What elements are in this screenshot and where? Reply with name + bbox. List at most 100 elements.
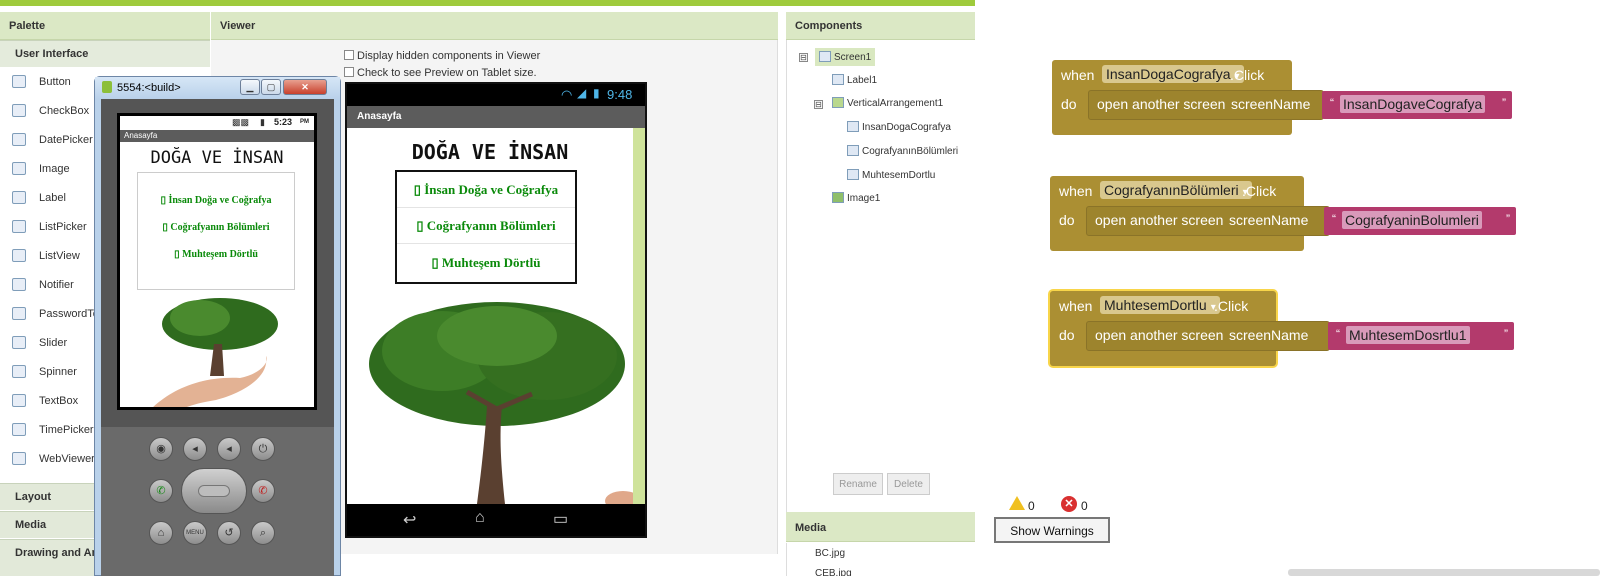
quote-close-icon: ” <box>1506 212 1510 226</box>
palette-item-label: CheckBox <box>39 105 90 117</box>
show-warnings-button[interactable]: Show Warnings <box>994 517 1110 543</box>
open-screen-block[interactable]: open another screen screenName <box>1086 206 1330 236</box>
screen-title-bar: Anasayfa <box>347 106 645 128</box>
button-muhtesem-dortlu[interactable]: ▯ Muhteşem Dörtlü <box>397 244 575 282</box>
delete-button[interactable]: Delete <box>887 473 930 495</box>
tree-item-muhtesemdortlu[interactable]: MuhtesemDortlu <box>847 169 935 181</box>
components-header: Components <box>786 12 975 40</box>
image-icon <box>12 162 26 175</box>
open-screen-block[interactable]: open another screen screenName <box>1086 321 1330 351</box>
viewer-phone: ◠ ◢ ▮ 9:48 Anasayfa DOĞA VE İNSAN ▯ İnsa… <box>345 82 647 538</box>
volume-up-key-icon[interactable]: ◂ <box>217 437 241 461</box>
tree-item-label1[interactable]: Label1 <box>832 74 877 86</box>
emu-button-muhtesem[interactable]: ▯ Muhteşem Dörtlü <box>138 249 294 260</box>
home-key-icon[interactable]: ⌂ <box>149 521 173 545</box>
menu-key[interactable]: MENU <box>183 521 207 545</box>
vertical-arrangement: ▯ İnsan Doğa ve Coğrafya ▯ Coğrafyanın B… <box>395 170 577 284</box>
component-dropdown[interactable]: MuhtesemDortlu ▾ <box>1100 296 1220 314</box>
listview-icon <box>12 249 26 262</box>
close-button[interactable]: ✕ <box>283 79 327 95</box>
minimize-button[interactable]: ▁ <box>240 79 260 95</box>
component-dropdown[interactable]: InsanDogaCografya ▾ <box>1102 65 1244 83</box>
emulator-title: 5554:<build> <box>117 82 181 94</box>
volume-down-key-icon[interactable]: ◂ <box>183 437 207 461</box>
tree-item-insandogacografya[interactable]: InsanDogaCografya <box>847 121 951 133</box>
string-value[interactable]: MuhtesemDosrtlu1 <box>1346 326 1470 344</box>
string-block[interactable]: “ MuhtesemDosrtlu1 ” <box>1328 322 1514 350</box>
button-label: İnsan Doğa ve Coğrafya <box>424 182 559 197</box>
emulator-title-bar: 5554:<build> ▁ ▢ ✕ <box>95 77 340 99</box>
media-file-bc[interactable]: BC.jpg <box>815 548 845 559</box>
button-glyph-icon: ▯ <box>162 222 168 233</box>
button-insan-doga-cografya[interactable]: ▯ İnsan Doğa ve Coğrafya <box>397 172 575 208</box>
workspace-scrollbar[interactable] <box>1288 569 1600 576</box>
rename-button[interactable]: Rename <box>833 473 883 495</box>
media-file-ceb[interactable]: CEB.jpg <box>815 568 852 576</box>
app-inventor-designer: Palette User Interface Button CheckBox Dat… <box>0 0 1600 576</box>
palette-header: Palette <box>0 12 210 40</box>
call-key-icon[interactable]: ✆ <box>149 479 173 503</box>
checkbox-icon <box>12 104 26 117</box>
when-click-block[interactable]: when InsanDogaCografya ▾ .Click do open anoth… <box>1052 60 1324 135</box>
maximize-button[interactable]: ▢ <box>261 79 281 95</box>
button-icon <box>847 169 859 180</box>
back-icon[interactable]: ↩ <box>403 510 416 530</box>
dpad-center[interactable] <box>198 485 230 497</box>
checkbox-box[interactable] <box>344 67 354 77</box>
media-header: Media <box>786 512 975 542</box>
component-dropdown[interactable]: CografyanınBölümleri ▾ <box>1100 181 1252 199</box>
palette-item-label: Image <box>39 163 70 175</box>
textbox-icon <box>12 394 26 407</box>
palette-item-label: Button <box>39 76 71 88</box>
string-block[interactable]: “ InsanDogaveCografya ” <box>1322 91 1512 119</box>
screen-scrollbar[interactable] <box>633 128 645 504</box>
button-cografyanin-bolumleri[interactable]: ▯ Coğrafyanın Bölümleri <box>397 208 575 244</box>
back-key-icon[interactable]: ↺ <box>217 521 241 545</box>
screen-name-param: screenName <box>1229 212 1309 228</box>
spinner-icon <box>12 365 26 378</box>
event-name: .Click <box>1214 298 1249 314</box>
recent-apps-icon[interactable]: ▭ <box>553 509 568 529</box>
palette-item-label: Label <box>39 192 66 204</box>
home-icon[interactable]: ⌂ <box>475 509 485 527</box>
emu-button-cografyanin[interactable]: ▯ Coğrafyanın Bölümleri <box>138 222 294 233</box>
tree-item-screen1[interactable]: Screen1 <box>815 48 876 66</box>
open-screen-block[interactable]: open another screen screenName <box>1088 90 1324 120</box>
tablet-preview-label: Check to see Preview on Tablet size. <box>357 67 537 79</box>
when-click-block[interactable]: when CografyanınBölümleri ▾ .Click do open an… <box>1050 176 1330 251</box>
end-call-key-icon[interactable]: ✆ <box>251 479 275 503</box>
tree-label: Screen1 <box>834 52 872 63</box>
screen1-toggle[interactable]: ⊟ <box>799 53 808 62</box>
string-value[interactable]: CografyaninBolumleri <box>1342 211 1482 229</box>
phone-nav-bar: ↩ ⌂ ▭ <box>347 504 645 536</box>
heading-label: DOĞA VE İNSAN <box>411 140 569 164</box>
label-icon <box>832 74 844 85</box>
tablet-preview-checkbox[interactable]: Check to see Preview on Tablet size. <box>344 67 537 79</box>
top-accent-bar <box>0 0 975 6</box>
error-count: 0 <box>1081 499 1088 513</box>
tree-item-cografyaninbolumleri[interactable]: CografyanınBölümleri <box>847 145 958 157</box>
string-value[interactable]: InsanDogaveCografya <box>1340 95 1486 113</box>
arrangement-toggle[interactable]: ⊟ <box>814 100 823 109</box>
component-name: MuhtesemDortlu <box>1104 297 1207 313</box>
power-key-icon[interactable]: ⏻ <box>251 437 275 461</box>
emu-status-ampm: PM <box>300 119 309 125</box>
status-time: 9:48 <box>607 87 633 102</box>
when-click-block[interactable]: when MuhtesemDortlu ▾ .Click do open another … <box>1050 291 1330 366</box>
palette-section-user-interface[interactable]: User Interface <box>0 40 210 67</box>
show-hidden-checkbox[interactable]: Display hidden components in Viewer <box>344 50 540 62</box>
button-icon <box>847 145 859 156</box>
checkbox-box[interactable] <box>344 50 354 60</box>
emu-button-insan-doga[interactable]: ▯ İnsan Doğa ve Coğrafya <box>138 195 294 206</box>
tree-item-vertical-arrangement[interactable]: VerticalArrangement1 <box>832 97 943 109</box>
palette-item-label: DatePicker <box>39 134 93 146</box>
open-screen-label: open another screen <box>1095 327 1224 343</box>
tree-item-image1[interactable]: Image1 <box>832 192 880 204</box>
emulator-window: 5554:<build> ▁ ▢ ✕ ▩▩ ▮ 5:23 PM Anasayfa… <box>94 76 341 576</box>
emulator-body: ▩▩ ▮ 5:23 PM Anasayfa DOĞA VE İNSAN ▯ İn… <box>101 99 334 576</box>
string-block[interactable]: “ CografyaninBolumleri ” <box>1324 207 1516 235</box>
search-key-icon[interactable]: ⌕ <box>251 521 275 545</box>
dpad[interactable] <box>181 468 247 514</box>
button-label: Muhteşem Dörtlü <box>441 255 541 270</box>
camera-key-icon[interactable]: ◉ <box>149 437 173 461</box>
